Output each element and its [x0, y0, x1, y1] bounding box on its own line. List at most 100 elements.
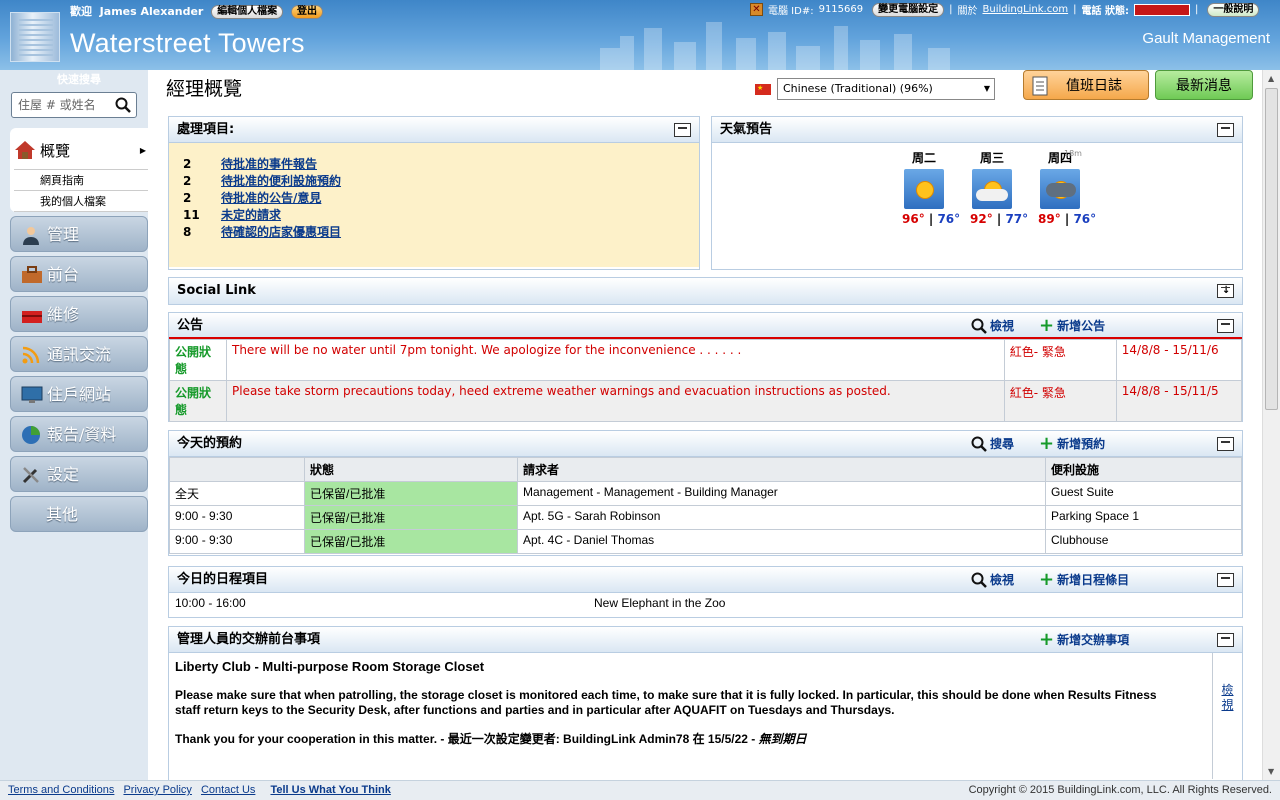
- todo-count: 8: [183, 225, 192, 239]
- partly-cloudy-icon: [972, 169, 1012, 209]
- language-select[interactable]: Chinese (Traditional) (96%) ▼: [777, 78, 995, 100]
- notes-title: 管理人員的交辦前台事項: [177, 632, 321, 647]
- nav-front-desk[interactable]: 前台: [10, 256, 148, 292]
- todo-link-vendor-offers[interactable]: 待確認的店家優惠項目: [221, 225, 341, 239]
- nav-maintenance[interactable]: 維修: [10, 296, 148, 332]
- table-row[interactable]: 9:00 - 9:30 已保留/已批准 Apt. 4C - Daniel Tho…: [169, 529, 1242, 554]
- phone-status-indicator[interactable]: [1133, 3, 1190, 16]
- weather-panel-header: 天氣預告: [712, 117, 1242, 143]
- add-schedule-item-button[interactable]: + 新增日程條目: [1039, 567, 1129, 593]
- table-row[interactable]: 公開狀態 There will be no water until 7pm to…: [169, 339, 1243, 381]
- search-icon: [971, 318, 987, 334]
- table-row[interactable]: 公開狀態 Please take storm precautions today…: [169, 380, 1243, 422]
- terms-link[interactable]: Terms and Conditions: [8, 784, 114, 796]
- todo-list: 2 待批准的事件報告 2 待批准的便利設施預約 2 待批准的公告/意見 11 未定的請求…: [169, 143, 699, 267]
- reservation-time: 9:00 - 9:30: [169, 529, 305, 554]
- duty-log-button[interactable]: 值班日誌: [1023, 70, 1149, 100]
- forecast-high: 92°: [970, 212, 993, 226]
- todo-link-incident-reports[interactable]: 待批准的事件報告: [221, 157, 317, 171]
- about-buildinglink-link[interactable]: BuildingLink.com: [983, 4, 1069, 15]
- forecast-high: 89°: [1038, 212, 1061, 226]
- add-announcement-label: 新增公告: [1057, 319, 1106, 333]
- monitor-icon: [21, 386, 43, 403]
- schedule-header: 今日的日程項目 檢視 + 新增日程條目: [169, 567, 1242, 593]
- quick-search-label: 快速搜尋: [57, 73, 101, 86]
- social-link-header: Social Link: [169, 278, 1242, 304]
- add-announcement-button[interactable]: + 新增公告: [1039, 313, 1105, 339]
- note-expiry: 無到期日: [758, 732, 807, 746]
- table-row[interactable]: 全天 已保留/已批准 Management - Management - Bui…: [169, 481, 1242, 506]
- plus-icon: +: [1039, 433, 1055, 454]
- overview-submenu: 網頁指南 我的個人檔案: [14, 169, 148, 212]
- scroll-up-arrow-icon[interactable]: ▲: [1268, 74, 1274, 83]
- quick-search-input[interactable]: [12, 93, 112, 117]
- todo-link-amenity-reservations[interactable]: 待批准的便利設施預約: [221, 174, 341, 188]
- todo-link-announcements[interactable]: 待批准的公告/意見: [221, 191, 321, 205]
- note-view-link[interactable]: 檢視: [1221, 683, 1235, 713]
- nav-reports[interactable]: 報告/資料: [10, 416, 148, 452]
- expand-icon[interactable]: [1217, 278, 1234, 304]
- main-content: 經理概覽 Chinese (Traditional) (96%) ▼ 值班日誌 …: [148, 70, 1262, 780]
- submenu-my-profile[interactable]: 我的個人檔案: [14, 191, 148, 212]
- change-computer-settings-button[interactable]: 變更電腦設定: [872, 2, 945, 17]
- column-header-amenity[interactable]: 便利設施: [1045, 457, 1242, 482]
- note-title: Liberty Club - Multi-purpose Room Storag…: [175, 659, 485, 674]
- city-skyline-graphic: [600, 22, 950, 70]
- scroll-thumb[interactable]: [1265, 88, 1278, 410]
- minimize-icon[interactable]: [1217, 633, 1234, 647]
- pie-chart-icon: [22, 426, 40, 444]
- view-announcements-button[interactable]: 檢視: [971, 313, 1014, 339]
- feedback-link[interactable]: Tell Us What You Think: [270, 784, 390, 796]
- todo-count: 11: [183, 208, 200, 222]
- todo-item: 2 待批准的便利設施預約: [183, 172, 699, 189]
- tools-icon: [22, 467, 39, 484]
- nav-overview[interactable]: 概覽 ▶ 網頁指南 我的個人檔案: [10, 128, 148, 212]
- column-header-status[interactable]: 狀態: [304, 457, 518, 482]
- latest-news-button[interactable]: 最新消息: [1155, 70, 1253, 100]
- scroll-down-arrow-icon[interactable]: ▼: [1268, 767, 1274, 776]
- thunderstorm-icon: [1040, 169, 1080, 209]
- nav-management[interactable]: 管理: [10, 216, 148, 252]
- reservations-table: 狀態 請求者 便利設施 全天 已保留/已批准 Management - Mana…: [169, 457, 1242, 554]
- logout-button[interactable]: 登出: [291, 5, 324, 19]
- general-help-button[interactable]: 一般說明: [1207, 2, 1260, 17]
- nav-other[interactable]: 其他: [10, 496, 148, 532]
- reservation-time: 9:00 - 9:30: [169, 505, 305, 530]
- top-right-bar: ✕ 電腦 ID#: 9115669 變更電腦設定 | 關於 BuildingLi…: [750, 2, 1260, 17]
- add-note-button[interactable]: + 新增交辦事項: [1039, 627, 1129, 653]
- minimize-icon[interactable]: [1217, 123, 1234, 137]
- announcement-level: 紅色- 緊急: [1003, 339, 1117, 381]
- todo-link-open-requests[interactable]: 未定的請求: [221, 208, 281, 222]
- add-reservation-label: 新增預約: [1057, 437, 1106, 451]
- toolbox-icon: [22, 266, 42, 283]
- minimize-icon[interactable]: [674, 123, 691, 137]
- todo-item: 2 待批准的事件報告: [183, 155, 699, 172]
- weather-age: 18m: [1064, 149, 1082, 158]
- column-header-requester[interactable]: 請求者: [517, 457, 1046, 482]
- view-schedule-button[interactable]: 檢視: [971, 567, 1014, 593]
- nav-overview-label: 概覽: [40, 142, 71, 160]
- minimize-icon[interactable]: [1217, 319, 1234, 333]
- search-reservations-button[interactable]: 搜尋: [971, 431, 1014, 457]
- computer-warning-icon: ✕: [750, 3, 763, 16]
- announcements-header: 公告 檢視 + 新增公告: [169, 313, 1242, 339]
- minimize-icon[interactable]: [1217, 573, 1234, 587]
- contact-link[interactable]: Contact Us: [201, 784, 255, 796]
- copyright: Copyright © 2015 BuildingLink.com, LLC. …: [968, 784, 1272, 796]
- page-scrollbar[interactable]: ▲ ▼: [1262, 70, 1280, 780]
- nav-communications[interactable]: 通訊交流: [10, 336, 148, 372]
- nav-settings[interactable]: 設定: [10, 456, 148, 492]
- nav-maintenance-label: 維修: [47, 305, 80, 324]
- minimize-icon[interactable]: [1217, 437, 1234, 451]
- social-link-title: Social Link: [177, 283, 256, 298]
- table-row[interactable]: 9:00 - 9:30 已保留/已批准 Apt. 5G - Sarah Robi…: [169, 505, 1242, 530]
- edit-profile-button[interactable]: 編輯個人檔案: [211, 5, 284, 19]
- table-row[interactable]: 10:00 - 16:00 New Elephant in the Zoo: [169, 593, 1242, 615]
- privacy-link[interactable]: Privacy Policy: [123, 784, 191, 796]
- nav-reports-label: 報告/資料: [47, 425, 117, 444]
- note-footer: Thank you for your cooperation in this m…: [175, 732, 1175, 747]
- nav-resident-site[interactable]: 住戶網站: [10, 376, 148, 412]
- search-icon[interactable]: [115, 97, 131, 113]
- submenu-site-guide[interactable]: 網頁指南: [14, 170, 148, 191]
- add-reservation-button[interactable]: + 新增預約: [1039, 431, 1105, 457]
